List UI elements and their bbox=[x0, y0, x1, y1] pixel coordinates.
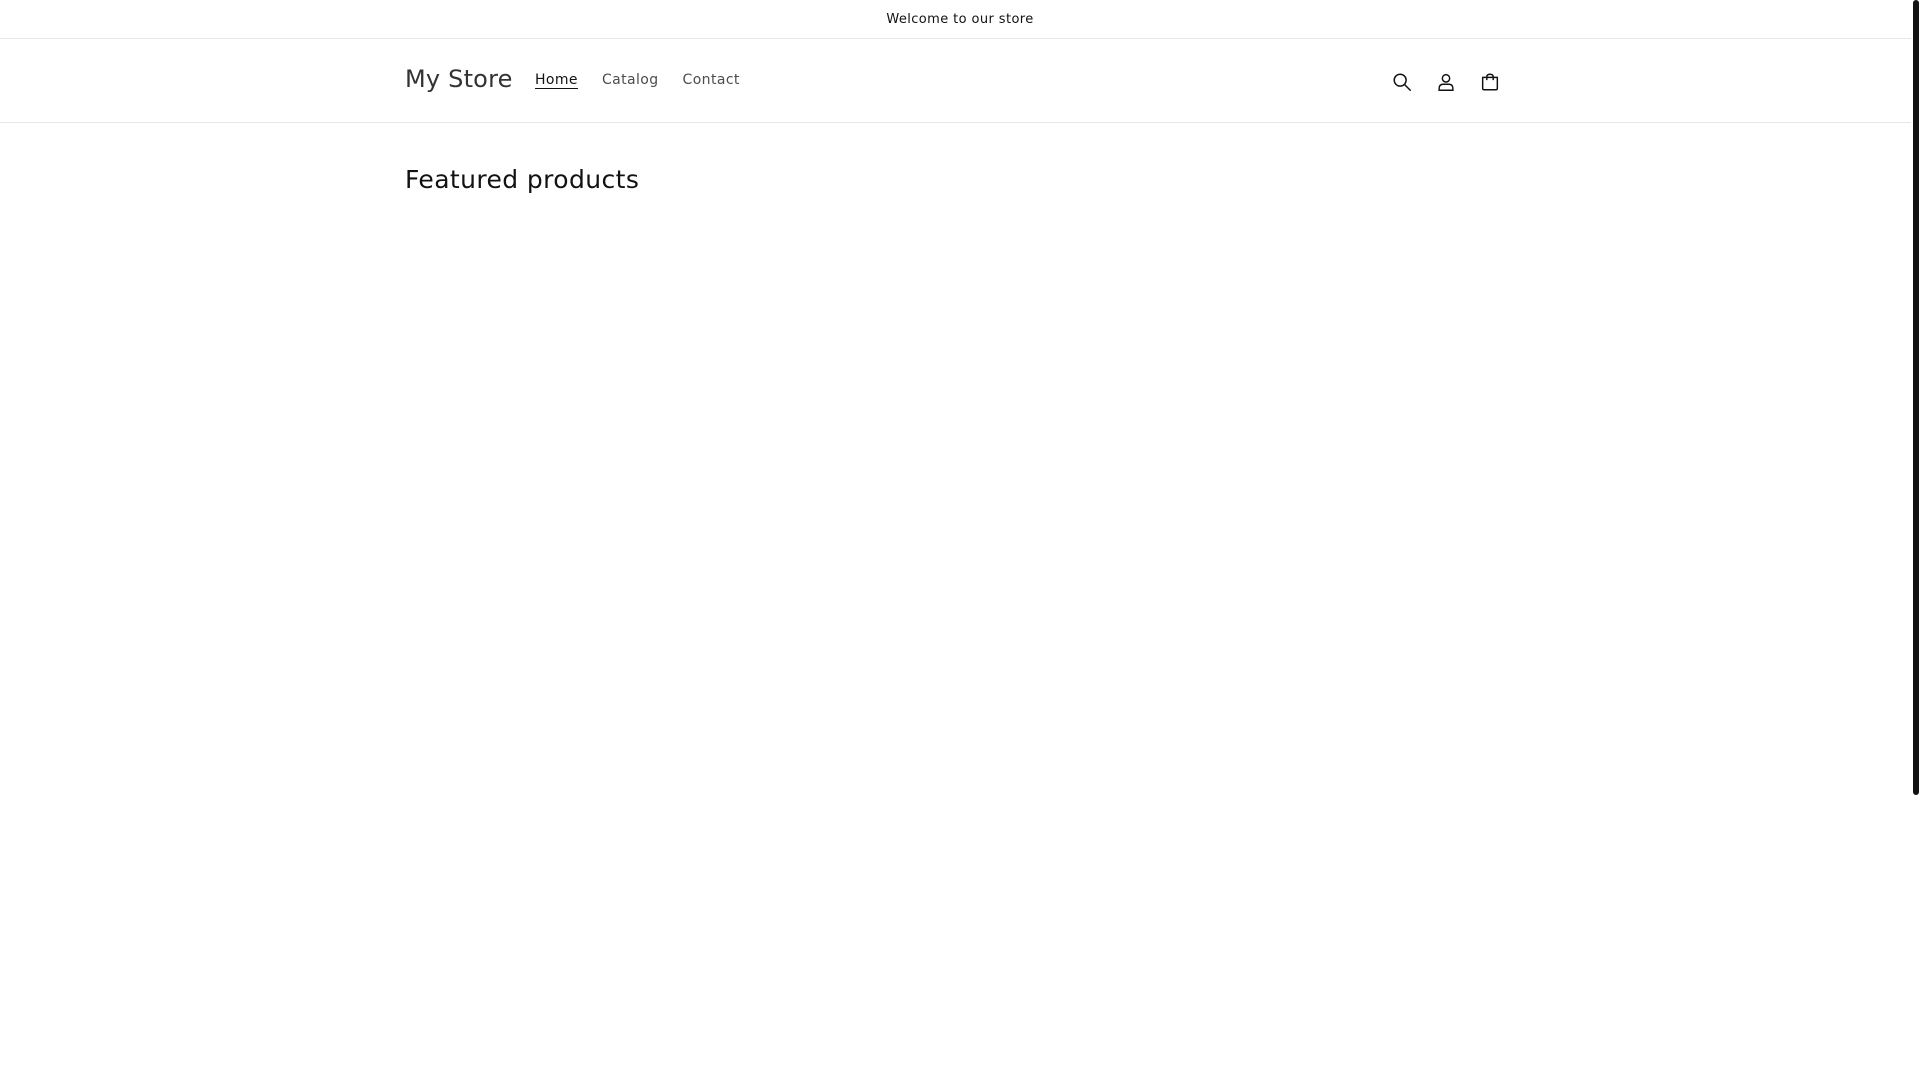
main-nav: Home Catalog Contact bbox=[523, 72, 752, 88]
search-button[interactable] bbox=[1380, 60, 1424, 104]
scrollbar[interactable] bbox=[1911, 0, 1920, 1080]
nav-link-catalog[interactable]: Catalog bbox=[590, 72, 671, 88]
cart-icon bbox=[1481, 73, 1499, 91]
announcement-text: Welcome to our store bbox=[886, 11, 1034, 27]
announcement-bar: Welcome to our store bbox=[0, 0, 1920, 39]
nav-link-contact[interactable]: Contact bbox=[671, 72, 752, 88]
header-icons bbox=[1380, 60, 1512, 104]
nav-link-home[interactable]: Home bbox=[523, 72, 590, 88]
site-header: My Store Home Catalog Contact bbox=[0, 39, 1920, 123]
scrollbar-thumb[interactable] bbox=[1913, 0, 1919, 795]
search-icon bbox=[1393, 73, 1411, 91]
store-logo-link[interactable]: My Store bbox=[405, 65, 513, 93]
cart-button[interactable] bbox=[1468, 60, 1512, 104]
store-page: Welcome to our store My Store Home Catal… bbox=[0, 0, 1920, 1080]
account-icon bbox=[1438, 73, 1454, 91]
featured-products-title: Featured products bbox=[405, 165, 640, 194]
account-button[interactable] bbox=[1424, 60, 1468, 104]
